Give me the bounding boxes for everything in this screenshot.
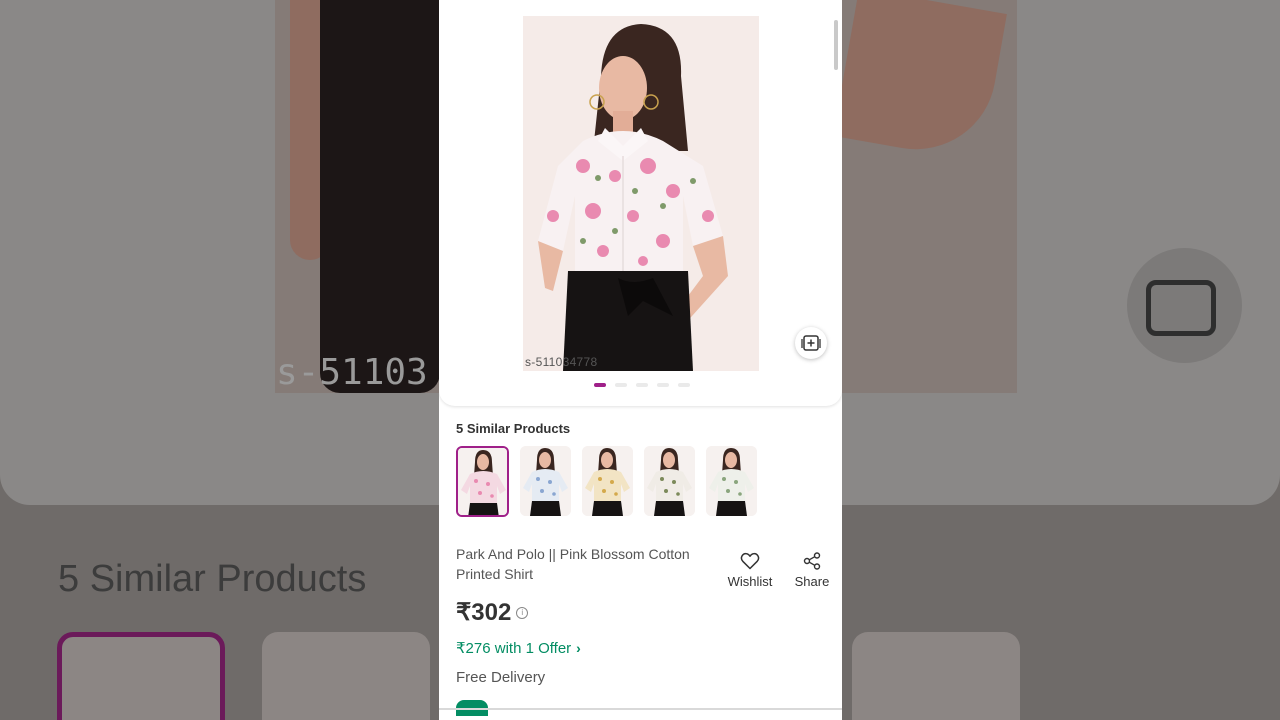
similar-products-title: 5 Similar Products (456, 421, 571, 436)
carousel-dot[interactable] (657, 383, 669, 387)
collage-icon (801, 335, 821, 351)
share-button[interactable]: Share (791, 552, 833, 589)
price: ₹302 (456, 599, 512, 626)
backdrop-thumb (852, 632, 1020, 720)
product-name: Park And Polo || Pink Blossom Cotton Pri… (456, 546, 690, 582)
share-label: Share (794, 574, 830, 589)
offer-link[interactable]: ₹276 with 1 Offer › (456, 639, 581, 657)
divider (439, 708, 842, 710)
similar-product-image (644, 446, 695, 516)
similar-product-image (582, 446, 633, 516)
similar-product-image (458, 448, 507, 515)
similar-products-list (456, 446, 757, 517)
backdrop-thumb (262, 632, 430, 720)
wishlist-label: Wishlist (727, 574, 773, 589)
similar-product-thumb[interactable] (456, 446, 509, 517)
carousel-dot[interactable] (615, 383, 627, 387)
backdrop-figure (320, 0, 440, 393)
wishlist-button[interactable]: Wishlist (724, 552, 776, 589)
carousel-dot[interactable] (594, 383, 606, 387)
carousel-dot[interactable] (678, 383, 690, 387)
backdrop-code: s-51103 (276, 352, 428, 393)
chevron-right-icon: › (576, 640, 581, 656)
similar-product-image (520, 446, 571, 516)
similar-product-thumb[interactable] (644, 446, 695, 516)
similar-product-image (706, 446, 757, 516)
carousel-dot[interactable] (636, 383, 648, 387)
info-icon[interactable]: i (516, 606, 529, 619)
share-icon (803, 552, 821, 570)
collage-button[interactable] (795, 327, 827, 359)
heart-icon (740, 552, 760, 570)
similar-product-thumb[interactable] (520, 446, 571, 516)
product-screen: s-511034778 5 Similar Products Park And … (439, 0, 842, 720)
product-image[interactable]: s-511034778 (523, 16, 759, 371)
model-photo (523, 16, 759, 371)
price-row: ₹302 i (456, 598, 529, 627)
delivery-text: Free Delivery (456, 669, 546, 686)
carousel-dots (594, 383, 690, 387)
similar-product-thumb[interactable] (706, 446, 757, 516)
backdrop-heading: 5 Similar Products (58, 558, 367, 600)
backdrop-thumb (57, 632, 225, 720)
offer-text: ₹276 with 1 Offer (456, 640, 572, 657)
product-code: s-511034778 (525, 355, 598, 369)
product-hero-card: s-511034778 (439, 0, 842, 406)
scrollbar[interactable] (834, 20, 838, 70)
backdrop-collage-icon (1146, 280, 1216, 336)
similar-product-thumb[interactable] (582, 446, 633, 516)
